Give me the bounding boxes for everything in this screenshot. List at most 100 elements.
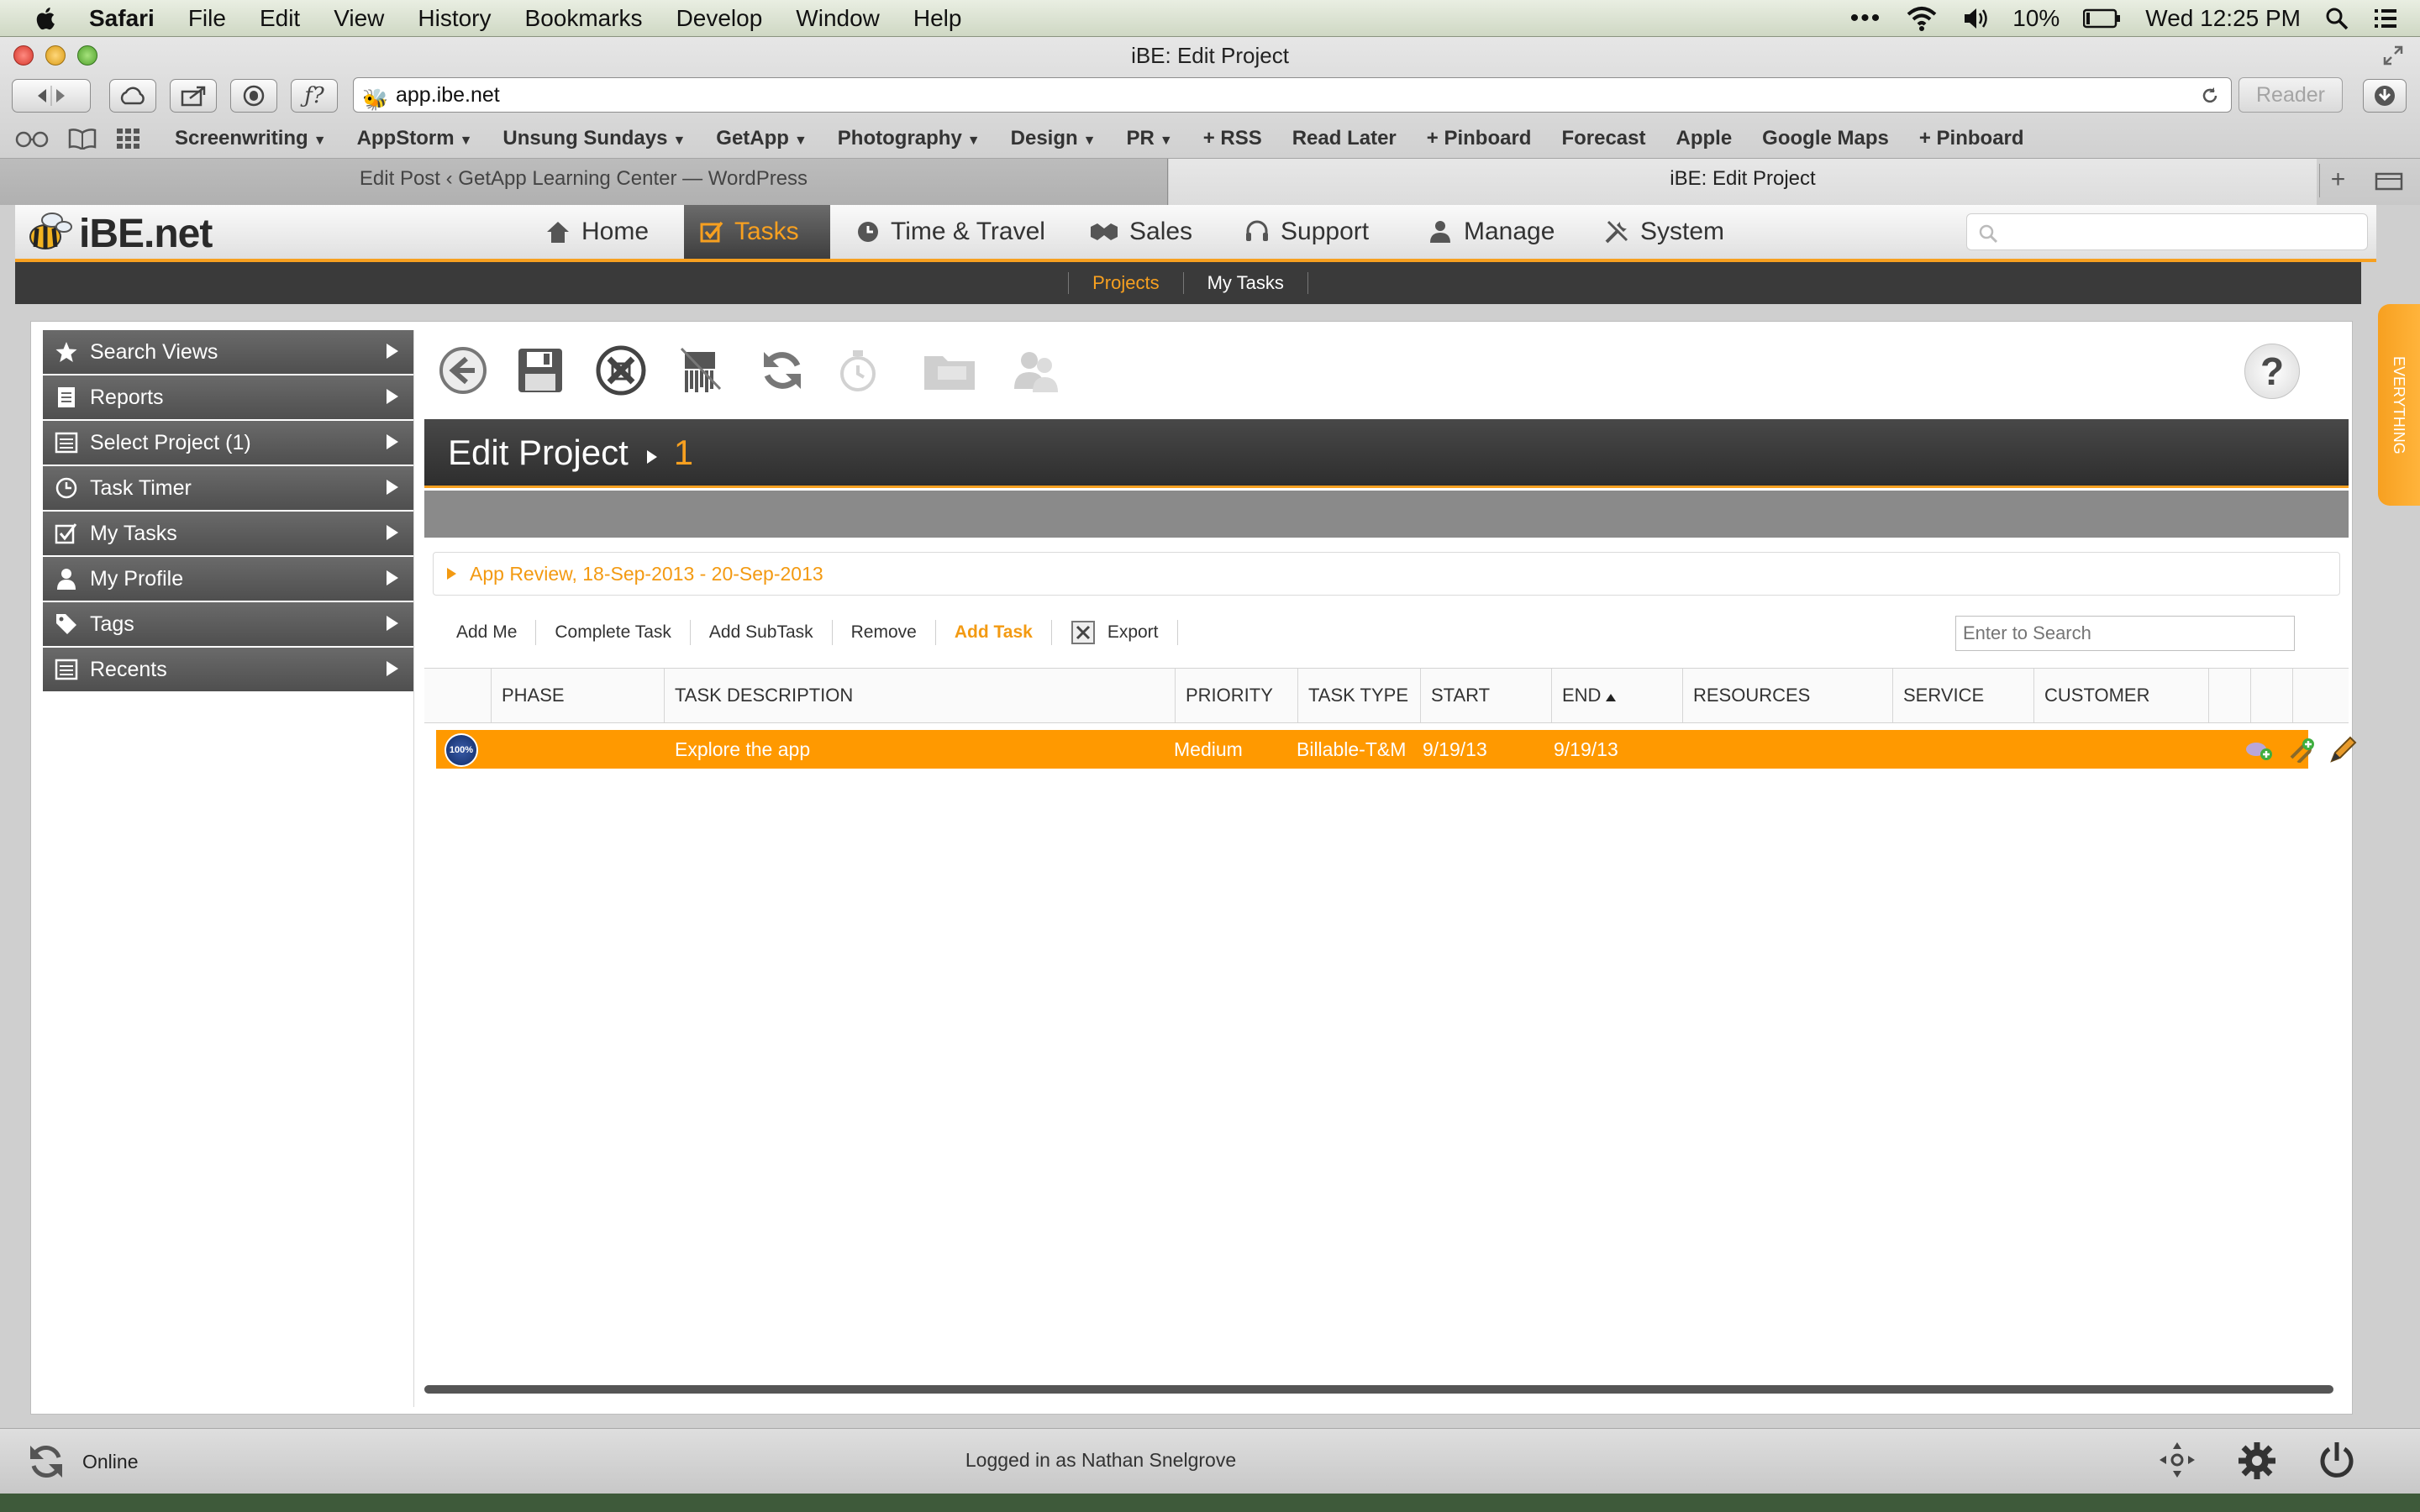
remove-button[interactable]: Remove [833,620,936,645]
column-customer[interactable]: CUSTOMER [2034,669,2209,722]
ibe-logo[interactable]: iBE.net [24,210,213,257]
add-subtask-button[interactable]: Add SubTask [691,620,833,645]
add-me-button[interactable]: Add Me [424,620,537,645]
delete-button[interactable] [675,344,729,397]
table-row[interactable]: 100% Explore the app Medium Billable-T&M… [436,730,2308,769]
reading-list-icon[interactable] [15,129,49,148]
sidebar-item-select-project[interactable]: Select Project (1) [43,421,413,465]
more-icon[interactable]: ••• [1850,4,1882,33]
menu-bookmarks[interactable]: Bookmarks [525,5,643,32]
zoom-window-button[interactable] [77,45,97,66]
reload-icon[interactable] [2201,87,2219,105]
bookmark-pinboard[interactable]: + Pinboard [1427,127,1532,150]
menu-view[interactable]: View [334,5,384,32]
column-task-description[interactable]: TASK DESCRIPTION [665,669,1176,722]
bookmark-rss[interactable]: + RSS [1203,127,1262,150]
bookmark-google-maps[interactable]: Google Maps [1762,127,1889,150]
icloud-tabs-button[interactable] [109,79,156,113]
volume-icon[interactable] [1962,6,1989,31]
menu-file[interactable]: File [188,5,226,32]
cell-task-description[interactable]: Explore the app [665,730,1169,769]
sidebar-item-my-profile[interactable]: My Profile [43,557,413,601]
sidebar-item-tags[interactable]: Tags [43,602,413,646]
extension-button-1[interactable] [230,79,277,113]
move-icon[interactable] [2158,1441,2196,1479]
add-task-button[interactable]: Add Task [936,620,1052,645]
back-button[interactable] [436,344,490,397]
apple-icon[interactable] [32,4,60,33]
edit-pencil-icon[interactable] [2328,734,2359,764]
nav-time-travel[interactable]: Time & Travel [855,205,1045,259]
menubar-clock[interactable]: Wed 12:25 PM [2145,5,2301,32]
close-window-button[interactable] [13,45,34,66]
nav-tasks[interactable]: Tasks [684,205,830,259]
sidebar-item-my-tasks[interactable]: My Tasks [43,512,413,555]
export-button[interactable]: Export [1052,620,1178,645]
spotlight-icon[interactable] [2324,6,2349,31]
tab-wordpress[interactable]: Edit Post ‹ GetApp Learning Center — Wor… [0,159,1168,206]
menu-safari[interactable]: Safari [89,5,155,32]
extension-button-2[interactable]: ƒ? [291,79,338,113]
complete-task-button[interactable]: Complete Task [536,620,691,645]
bookmark-forecast[interactable]: Forecast [1561,127,1645,150]
tab-overview-icon[interactable] [2375,172,2403,191]
expand-triangle-icon[interactable] [447,568,456,580]
bookmark-read-later[interactable]: Read Later [1292,127,1397,150]
sidebar-item-reports[interactable]: Reports [43,375,413,419]
column-priority[interactable]: PRIORITY [1176,669,1298,722]
horizontal-scrollbar[interactable] [424,1385,2333,1394]
sidebar-item-task-timer[interactable]: Task Timer [43,466,413,510]
column-start[interactable]: START [1421,669,1552,722]
menu-help[interactable]: Help [913,5,962,32]
settings-gear-icon[interactable] [2237,1441,2277,1481]
notification-center-icon[interactable] [2373,8,2398,29]
column-resources[interactable]: RESOURCES [1683,669,1893,722]
nav-sales[interactable]: Sales [1089,205,1192,259]
bookmark-appstorm[interactable]: AppStorm ▼ [357,127,473,150]
bookmark-photography[interactable]: Photography ▼ [838,127,981,150]
menu-history[interactable]: History [418,5,491,32]
bookmark-pr[interactable]: PR ▼ [1127,127,1173,150]
share-button[interactable] [170,79,217,113]
column-phase[interactable]: PHASE [492,669,665,722]
subnav-projects[interactable]: Projects [1068,272,1182,294]
bookmark-apple[interactable]: Apple [1676,127,1733,150]
menu-window[interactable]: Window [796,5,880,32]
bookmark-screenwriting[interactable]: Screenwriting ▼ [175,127,327,150]
subnav-my-tasks[interactable]: My Tasks [1182,272,1308,294]
battery-icon[interactable] [2083,8,2122,29]
back-forward-buttons[interactable] [12,79,91,113]
minimize-window-button[interactable] [45,45,66,66]
menu-develop[interactable]: Develop [676,5,763,32]
menu-edit[interactable]: Edit [260,5,300,32]
cancel-button[interactable] [594,344,648,397]
project-group-header[interactable]: App Review, 18-Sep-2013 - 20-Sep-2013 [433,552,2340,596]
bookmarks-icon[interactable] [67,128,97,150]
top-sites-icon[interactable] [116,128,141,150]
sidebar-item-recents[interactable]: Recents [43,648,413,691]
everything-side-tab[interactable]: EVERYTHING [2378,304,2420,506]
downloads-button[interactable] [2363,79,2407,113]
bookmark-getapp[interactable]: GetApp ▼ [716,127,808,150]
help-button[interactable]: ? [2244,344,2300,399]
tab-ibe-edit-project[interactable]: iBE: Edit Project [1169,159,2317,206]
grid-search-input[interactable] [1955,616,2295,651]
fullscreen-icon[interactable] [2381,44,2405,67]
refresh-button[interactable] [755,344,809,397]
power-icon[interactable] [2317,1441,2356,1481]
sidebar-item-search-views[interactable]: Search Views [43,330,413,374]
address-bar[interactable]: 🐝 app.ibe.net [353,77,2232,113]
bookmark-pinboard-2[interactable]: + Pinboard [1919,127,2024,150]
add-resource-icon[interactable] [2244,736,2275,763]
new-tab-button[interactable]: + [2319,164,2356,197]
column-task-type[interactable]: TASK TYPE [1298,669,1421,722]
bookmark-design[interactable]: Design ▼ [1011,127,1097,150]
nav-manage[interactable]: Manage [1427,205,1555,259]
nav-home[interactable]: Home [544,205,649,259]
global-search-input[interactable] [1966,213,2368,250]
nav-system[interactable]: System [1603,205,1724,259]
column-end[interactable]: END [1552,669,1683,722]
bookmark-unsung-sundays[interactable]: Unsung Sundays ▼ [502,127,686,150]
back-arrow-icon[interactable] [34,86,68,106]
column-service[interactable]: SERVICE [1893,669,2034,722]
